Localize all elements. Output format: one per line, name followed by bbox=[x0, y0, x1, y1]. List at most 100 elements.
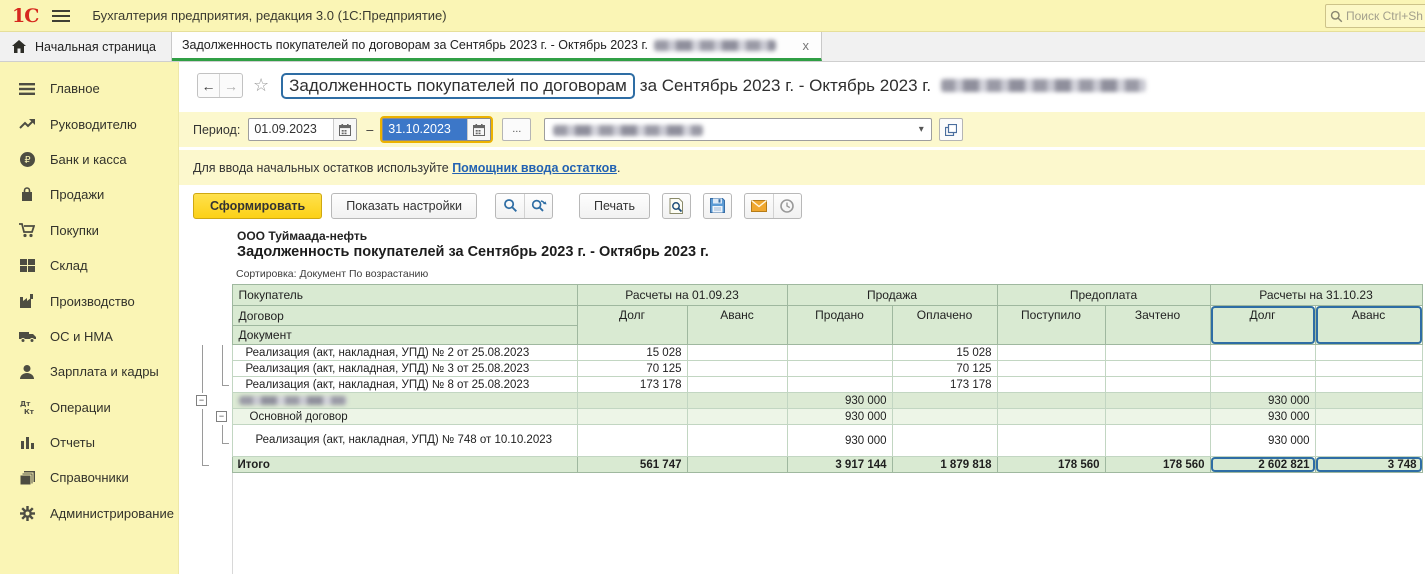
cell-offset[interactable] bbox=[1105, 393, 1210, 409]
table-row[interactable]: Реализация (акт, накладная, УПД) № 8 от … bbox=[192, 377, 1422, 393]
open-organization-button[interactable] bbox=[939, 118, 963, 141]
cell-debt1[interactable]: 561 747 bbox=[577, 457, 687, 473]
sidebar-item-2[interactable]: Руководителю bbox=[0, 106, 178, 141]
col-header-debt-open[interactable]: Долг bbox=[577, 306, 687, 345]
table-row[interactable]: Реализация (акт, накладная, УПД) № 2 от … bbox=[192, 345, 1422, 361]
row-label[interactable]: Реализация (акт, накладная, УПД) № 748 о… bbox=[232, 425, 577, 457]
cell-debt1[interactable] bbox=[577, 409, 687, 425]
cell-debt2[interactable]: 930 000 bbox=[1210, 409, 1315, 425]
combo-dropdown-icon[interactable]: ▾ bbox=[911, 124, 931, 135]
period-to-value[interactable]: 31.10.2023 bbox=[383, 119, 467, 140]
sidebar-item-3[interactable]: ₽Банк и касса bbox=[0, 142, 178, 177]
cell-adv2[interactable] bbox=[1315, 393, 1422, 409]
cell-debt2[interactable]: 930 000 bbox=[1210, 393, 1315, 409]
global-search-input[interactable]: Поиск Ctrl+Sh bbox=[1325, 4, 1425, 28]
cell-received[interactable] bbox=[997, 425, 1105, 457]
show-settings-button[interactable]: Показать настройки bbox=[331, 193, 477, 219]
cell-received[interactable] bbox=[997, 393, 1105, 409]
cell-offset[interactable] bbox=[1105, 361, 1210, 377]
tab-home[interactable]: Начальная страница bbox=[0, 32, 172, 61]
sidebar-item-6[interactable]: Склад bbox=[0, 248, 178, 283]
cell-adv1[interactable] bbox=[687, 409, 787, 425]
row-label[interactable]: Итого bbox=[232, 457, 577, 473]
col-header-document[interactable]: Документ bbox=[232, 326, 577, 345]
calendar-icon[interactable] bbox=[467, 119, 490, 140]
table-row[interactable]: Реализация (акт, накладная, УПД) № 3 от … bbox=[192, 361, 1422, 377]
row-label[interactable]: Реализация (акт, накладная, УПД) № 8 от … bbox=[232, 377, 577, 393]
cell-adv1[interactable] bbox=[687, 393, 787, 409]
save-button[interactable] bbox=[703, 193, 732, 219]
cell-paid[interactable]: 70 125 bbox=[892, 361, 997, 377]
cell-paid[interactable] bbox=[892, 425, 997, 457]
cell-sold[interactable] bbox=[787, 361, 892, 377]
cell-received[interactable]: 178 560 bbox=[997, 457, 1105, 473]
sidebar-item-11[interactable]: Отчеты bbox=[0, 425, 178, 460]
sidebar-item-4[interactable]: Продажи bbox=[0, 177, 178, 212]
col-group-opening[interactable]: Расчеты на 01.09.23 bbox=[577, 285, 787, 306]
print-preview-button[interactable] bbox=[662, 193, 691, 219]
table-row[interactable]: −Основной договор930 000930 000 bbox=[192, 409, 1422, 425]
sidebar-item-9[interactable]: Зарплата и кадры bbox=[0, 354, 178, 389]
sidebar-item-10[interactable]: ДтКтОперации bbox=[0, 390, 178, 425]
cell-paid[interactable]: 15 028 bbox=[892, 345, 997, 361]
cell-debt2[interactable] bbox=[1210, 345, 1315, 361]
col-header-received[interactable]: Поступило bbox=[997, 306, 1105, 345]
cell-adv1[interactable] bbox=[687, 345, 787, 361]
row-label[interactable]: Реализация (акт, накладная, УПД) № 2 от … bbox=[232, 345, 577, 361]
main-menu-icon[interactable] bbox=[52, 10, 70, 22]
cell-sold[interactable]: 930 000 bbox=[787, 425, 892, 457]
mail-icon[interactable] bbox=[745, 194, 773, 218]
cell-adv2[interactable] bbox=[1315, 377, 1422, 393]
row-label[interactable] bbox=[232, 393, 577, 409]
col-group-prepayment[interactable]: Предоплата bbox=[997, 285, 1210, 306]
cell-sold[interactable] bbox=[787, 377, 892, 393]
cell-sold[interactable] bbox=[787, 345, 892, 361]
cell-paid[interactable] bbox=[892, 393, 997, 409]
col-header-sold[interactable]: Продано bbox=[787, 306, 892, 345]
sidebar-item-5[interactable]: Покупки bbox=[0, 213, 178, 248]
cell-received[interactable] bbox=[997, 345, 1105, 361]
back-button[interactable]: ← bbox=[198, 74, 220, 97]
cell-adv2[interactable] bbox=[1315, 361, 1422, 377]
tab-close-icon[interactable]: x bbox=[801, 38, 812, 53]
cell-offset[interactable] bbox=[1105, 409, 1210, 425]
col-header-offset[interactable]: Зачтено bbox=[1105, 306, 1210, 345]
sidebar-item-1[interactable]: Главное bbox=[0, 71, 178, 106]
sidebar-item-7[interactable]: Производство bbox=[0, 283, 178, 318]
sidebar-item-8[interactable]: ОС и НМА bbox=[0, 319, 178, 354]
print-button[interactable]: Печать bbox=[579, 193, 650, 219]
cell-offset[interactable] bbox=[1105, 425, 1210, 457]
cell-debt1[interactable]: 173 178 bbox=[577, 377, 687, 393]
cell-paid[interactable]: 1 879 818 bbox=[892, 457, 997, 473]
cell-debt1[interactable] bbox=[577, 393, 687, 409]
search-repeat-icon[interactable] bbox=[524, 194, 552, 218]
cell-debt2[interactable] bbox=[1210, 361, 1315, 377]
row-label[interactable]: Реализация (акт, накладная, УПД) № 3 от … bbox=[232, 361, 577, 377]
cell-received[interactable] bbox=[997, 409, 1105, 425]
period-from-value[interactable]: 01.09.2023 bbox=[249, 119, 333, 140]
cell-debt1[interactable]: 70 125 bbox=[577, 361, 687, 377]
cell-adv1[interactable] bbox=[687, 361, 787, 377]
balance-assistant-link[interactable]: Помощник ввода остатков bbox=[452, 161, 617, 175]
cell-sold[interactable]: 930 000 bbox=[787, 409, 892, 425]
cell-debt2[interactable]: 930 000 bbox=[1210, 425, 1315, 457]
cell-adv2[interactable] bbox=[1315, 345, 1422, 361]
col-group-closing[interactable]: Расчеты на 31.10.23 bbox=[1210, 285, 1422, 306]
col-header-paid[interactable]: Оплачено bbox=[892, 306, 997, 345]
table-row[interactable]: −930 000930 000 bbox=[192, 393, 1422, 409]
tab-report[interactable]: Задолженность покупателей по договорам з… bbox=[172, 32, 822, 61]
sidebar-item-13[interactable]: Администрирование bbox=[0, 496, 178, 531]
row-label[interactable]: Основной договор bbox=[232, 409, 577, 425]
sidebar-item-12[interactable]: Справочники bbox=[0, 460, 178, 495]
cell-adv2-selected[interactable]: 3 748 bbox=[1315, 457, 1422, 473]
col-header-advance-open[interactable]: Аванс bbox=[687, 306, 787, 345]
col-header-debt-close-selected[interactable]: Долг bbox=[1210, 306, 1315, 345]
col-group-sales[interactable]: Продажа bbox=[787, 285, 997, 306]
cell-adv2[interactable] bbox=[1315, 425, 1422, 457]
period-to-field[interactable]: 31.10.2023 bbox=[382, 118, 491, 141]
cell-sold[interactable]: 3 917 144 bbox=[787, 457, 892, 473]
cell-received[interactable] bbox=[997, 377, 1105, 393]
cell-sold[interactable]: 930 000 bbox=[787, 393, 892, 409]
organization-combo[interactable]: ▾ bbox=[544, 118, 932, 141]
search-icon[interactable] bbox=[496, 194, 524, 218]
